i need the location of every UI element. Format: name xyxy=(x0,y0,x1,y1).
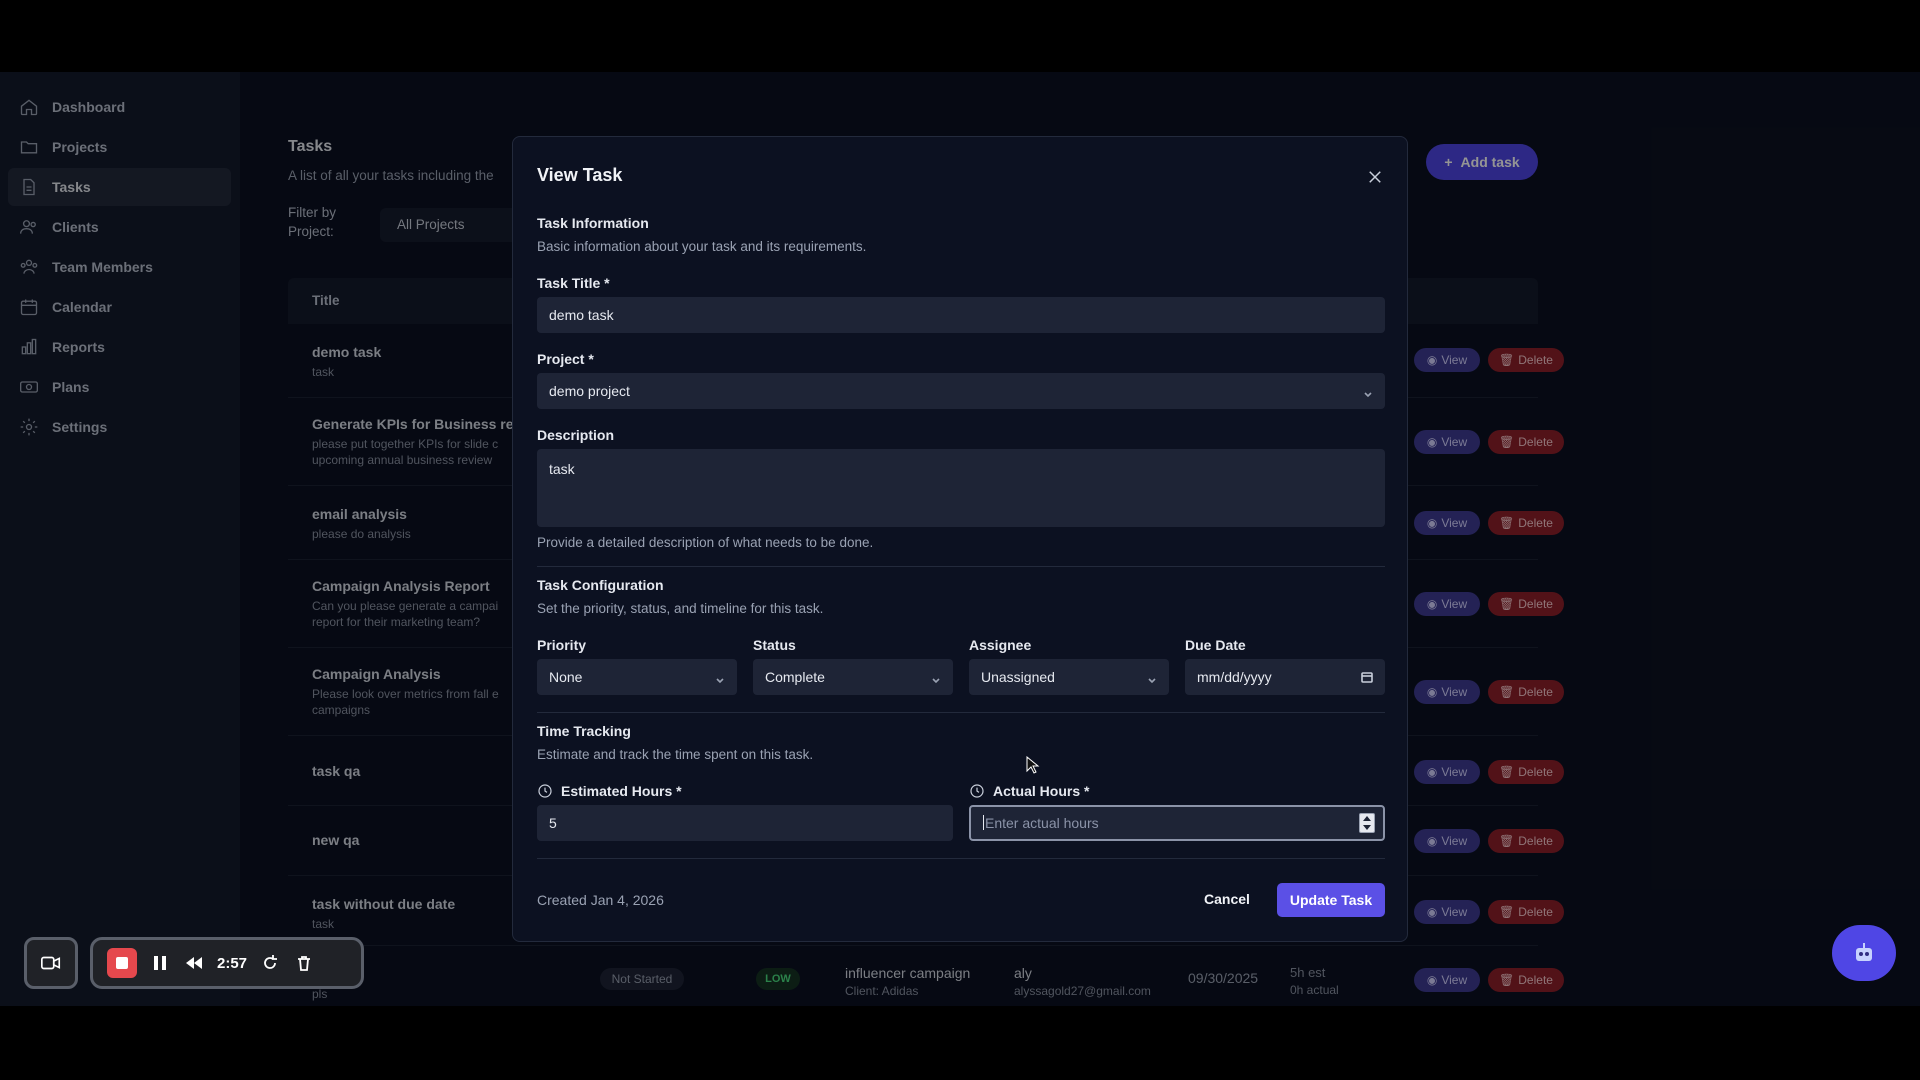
dialog-title: View Task xyxy=(537,165,623,185)
update-task-button[interactable]: Update Task xyxy=(1277,883,1385,917)
recording-timer: 2:57 xyxy=(217,954,248,972)
calendar-icon[interactable] xyxy=(1361,670,1373,683)
video-camera-icon xyxy=(41,956,61,970)
restart-icon[interactable] xyxy=(259,952,281,974)
actual-hours-label: Actual Hours * xyxy=(969,783,1089,799)
robot-icon xyxy=(1856,943,1872,961)
priority-select[interactable]: None xyxy=(537,659,737,695)
screen: Dashboard Projects Tasks Clients Team Me… xyxy=(0,0,1920,1080)
priority-label: Priority xyxy=(537,637,587,653)
view-task-dialog: View Task Task Information Basic informa… xyxy=(512,136,1408,942)
app-window: Dashboard Projects Tasks Clients Team Me… xyxy=(0,72,1920,1006)
section-heading-info: Task Information xyxy=(537,215,649,231)
text-caret xyxy=(983,815,984,830)
status-label: Status xyxy=(753,637,796,653)
pause-icon[interactable] xyxy=(149,952,171,974)
due-date-label: Due Date xyxy=(1185,637,1246,653)
section-sub-info: Basic information about your task and it… xyxy=(537,239,867,254)
due-date-input[interactable]: mm/dd/yyyy xyxy=(1185,659,1385,695)
assignee-label: Assignee xyxy=(969,637,1032,653)
created-date: Created Jan 4, 2026 xyxy=(537,892,664,908)
actual-hours-input[interactable]: Enter actual hours xyxy=(969,805,1385,841)
clock-icon xyxy=(970,784,984,798)
chevron-down-icon xyxy=(1147,673,1156,684)
estimated-hours-label: Estimated Hours * xyxy=(537,783,682,799)
project-label: Project * xyxy=(537,351,594,367)
divider xyxy=(537,712,1385,713)
description-textarea[interactable]: task xyxy=(537,449,1385,527)
task-title-input[interactable]: demo task xyxy=(537,297,1385,333)
description-help: Provide a detailed description of what n… xyxy=(537,535,874,550)
rewind-icon[interactable] xyxy=(183,952,205,974)
chevron-down-icon xyxy=(715,673,724,684)
camera-toggle-button[interactable] xyxy=(24,937,78,989)
chatbot-button[interactable] xyxy=(1832,925,1896,981)
cancel-button[interactable]: Cancel xyxy=(1193,883,1261,915)
chevron-down-icon xyxy=(1363,387,1372,398)
close-button[interactable] xyxy=(1363,165,1387,189)
section-sub-config: Set the priority, status, and timeline f… xyxy=(537,601,824,616)
trash-icon[interactable] xyxy=(293,952,315,974)
mouse-cursor-icon xyxy=(1026,756,1040,774)
recording-toolbar: 2:57 xyxy=(90,937,364,989)
section-heading-time: Time Tracking xyxy=(537,723,631,739)
close-icon xyxy=(1369,171,1381,183)
description-label: Description xyxy=(537,427,615,443)
number-stepper[interactable] xyxy=(1359,813,1375,833)
estimated-hours-input[interactable]: 5 xyxy=(537,805,953,841)
clock-icon xyxy=(538,784,552,798)
section-heading-config: Task Configuration xyxy=(537,577,664,593)
stop-recording-button[interactable] xyxy=(107,948,137,978)
task-title-label: Task Title * xyxy=(537,275,610,291)
section-sub-time: Estimate and track the time spent on thi… xyxy=(537,747,814,762)
chevron-down-icon xyxy=(931,673,940,684)
divider xyxy=(537,566,1385,567)
project-select[interactable]: demo project xyxy=(537,373,1385,409)
status-select[interactable]: Complete xyxy=(753,659,953,695)
assignee-select[interactable]: Unassigned xyxy=(969,659,1169,695)
divider xyxy=(537,858,1385,859)
